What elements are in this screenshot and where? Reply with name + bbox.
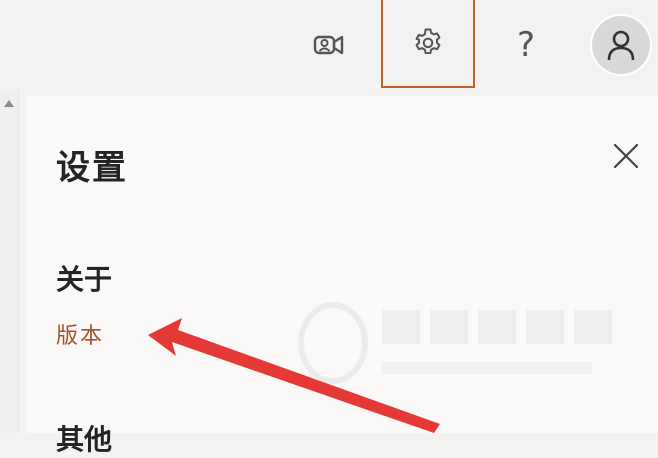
meet-now-icon xyxy=(313,35,344,55)
about-heading: 关于 xyxy=(56,263,113,296)
meet-now-button[interactable] xyxy=(300,16,358,74)
scrollbar[interactable] xyxy=(0,90,19,433)
top-toolbar: ? xyxy=(0,0,658,90)
person-icon xyxy=(607,30,635,61)
watermark-logo xyxy=(298,302,368,384)
scroll-up-icon[interactable] xyxy=(4,100,14,107)
settings-title: 设置 xyxy=(56,148,128,188)
other-heading: 其他 xyxy=(56,423,113,456)
close-button[interactable] xyxy=(608,138,644,174)
help-icon: ? xyxy=(516,25,536,65)
help-button[interactable]: ? xyxy=(498,16,554,74)
watermark xyxy=(290,296,620,386)
version-link[interactable]: 版本 xyxy=(56,318,104,350)
gear-icon xyxy=(415,28,441,55)
close-icon xyxy=(613,143,639,169)
settings-button[interactable] xyxy=(381,0,475,88)
avatar[interactable] xyxy=(590,14,652,76)
